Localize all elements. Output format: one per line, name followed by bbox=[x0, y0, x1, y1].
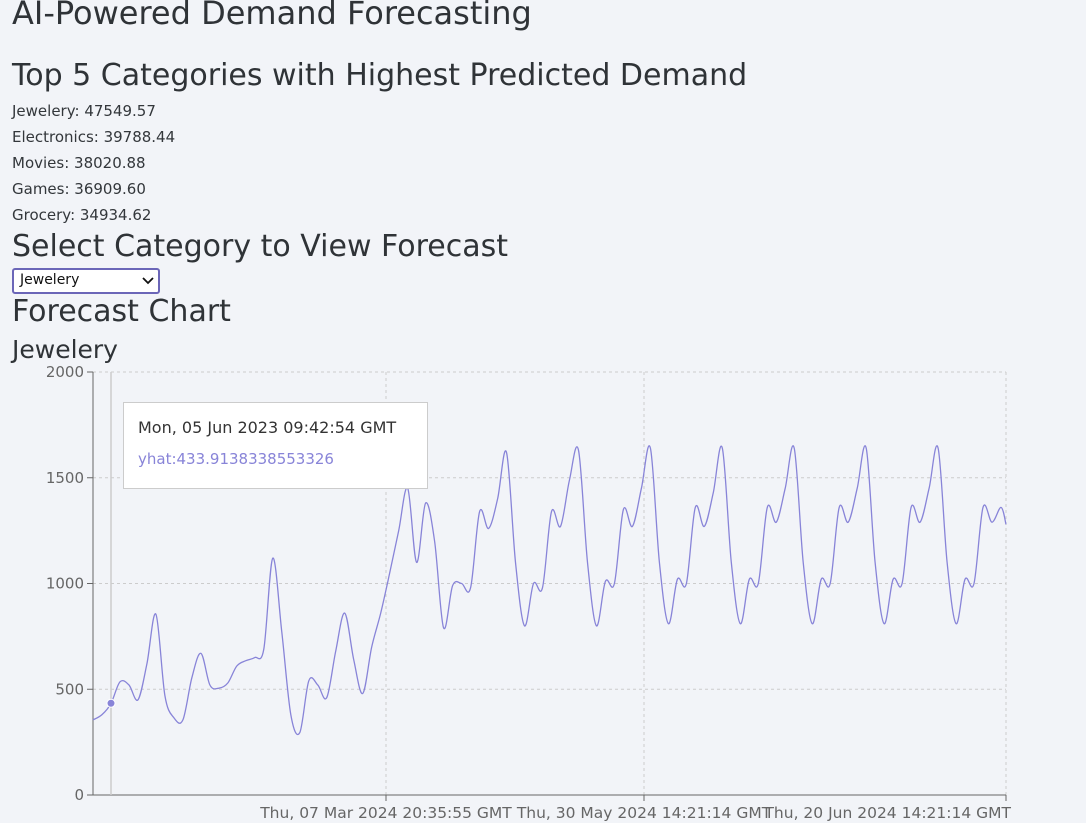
tooltip-value: yhat:433.9138338553326 bbox=[138, 450, 334, 468]
y-axis-tick-label: 2000 bbox=[46, 363, 84, 381]
chart-tooltip: Mon, 05 Jun 2023 09:42:54 GMT yhat:433.9… bbox=[123, 402, 428, 489]
y-axis-tick-label: 500 bbox=[55, 680, 84, 698]
y-axis-tick-label: 1500 bbox=[46, 469, 84, 487]
active-data-point bbox=[106, 698, 116, 708]
x-axis-tick-label: Thu, 30 May 2024 14:21:14 GMT bbox=[516, 804, 772, 822]
y-axis-tick-label: 1000 bbox=[46, 575, 84, 593]
tooltip-date-label: Mon, 05 Jun 2023 09:42:54 GMT bbox=[138, 418, 397, 437]
x-axis-tick-label: Thu, 07 Mar 2024 20:35:55 GMT bbox=[259, 804, 512, 822]
y-axis-tick-label: 0 bbox=[74, 786, 84, 804]
series-line bbox=[92, 445, 1007, 736]
x-axis-tick-label: Thu, 20 Jun 2024 14:21:14 GMT bbox=[763, 804, 1011, 822]
